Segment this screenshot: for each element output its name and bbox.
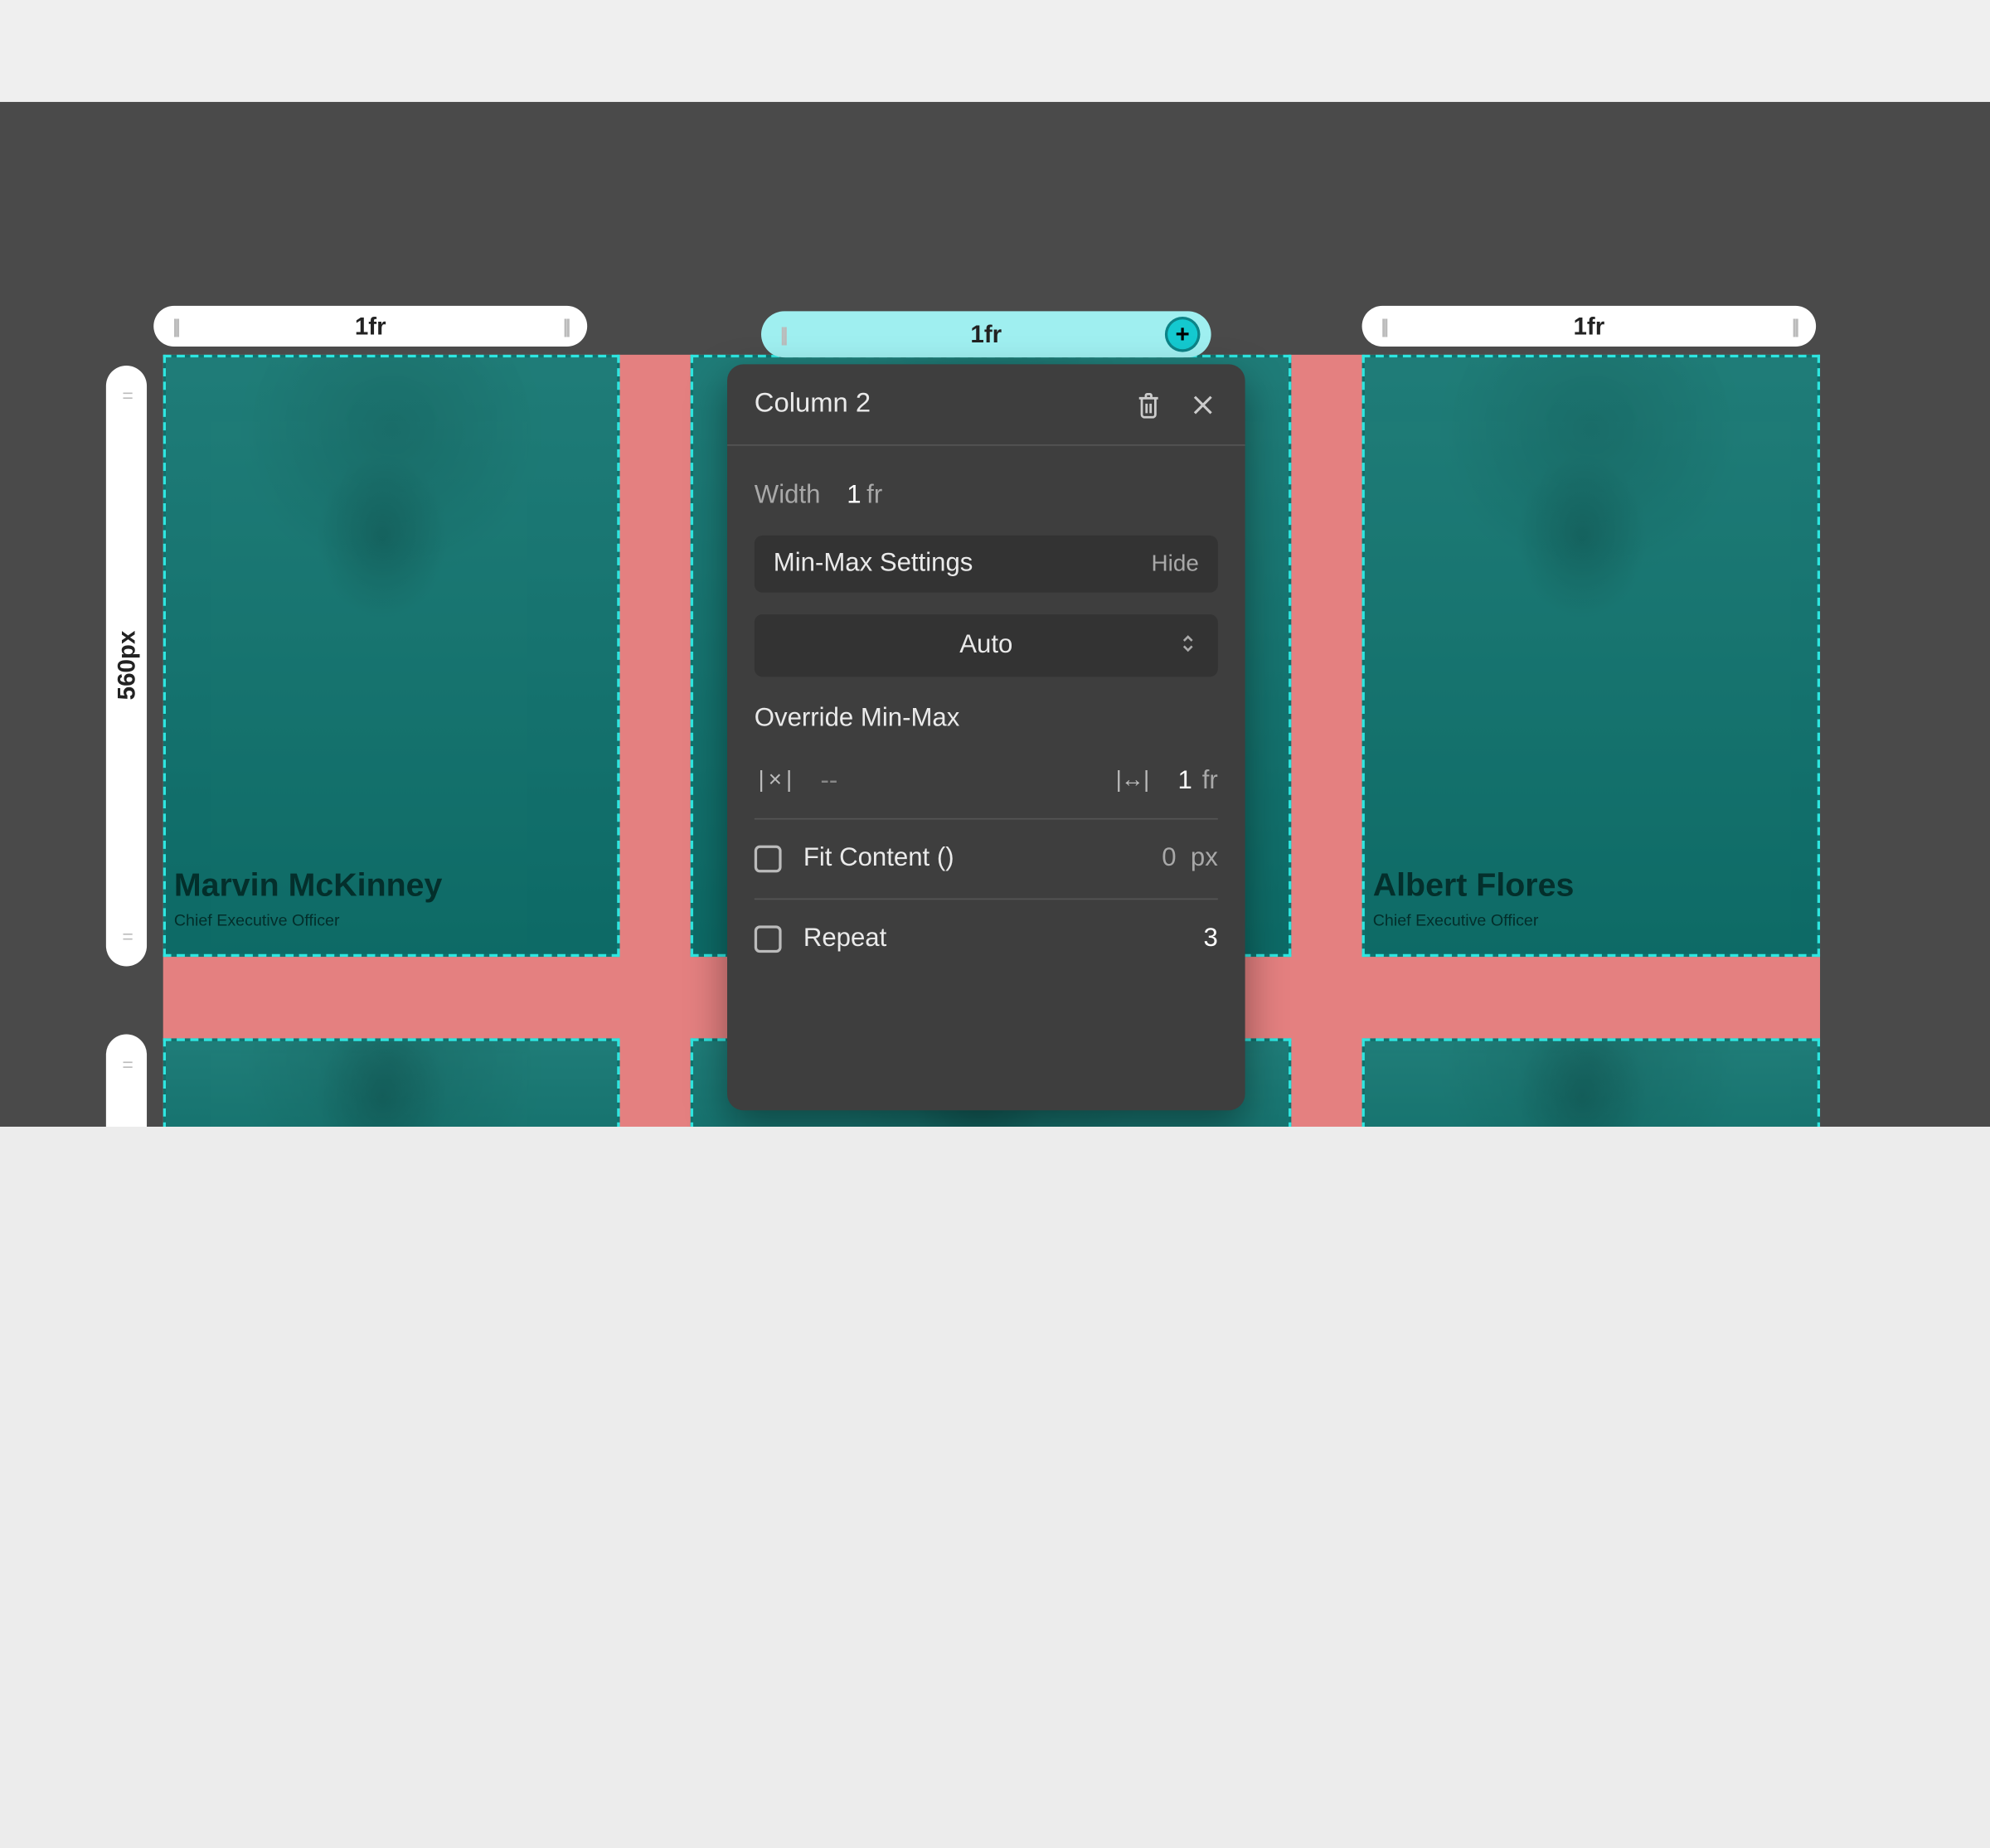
column-size-pill-3[interactable]: || 1fr || [1362, 306, 1817, 347]
card-person-role: Chief Executive Officer [174, 910, 340, 929]
drag-grip-icon: = [122, 385, 130, 406]
grid-cell[interactable]: Marvin McKinney Chief Executive Officer [163, 355, 620, 957]
delete-button[interactable] [1133, 390, 1163, 420]
close-button[interactable] [1188, 390, 1218, 420]
minmax-section-header[interactable]: Min-Max Settings Hide [755, 536, 1218, 593]
max-width-value[interactable]: 1 [1178, 767, 1192, 795]
minmax-mode-select[interactable]: Auto [755, 614, 1218, 677]
stepper-icon [1180, 633, 1196, 658]
width-value[interactable]: 1 [847, 481, 861, 511]
drag-grip-icon: = [122, 925, 130, 947]
repeat-checkbox[interactable] [755, 925, 782, 953]
drag-grip-icon: || [563, 315, 568, 337]
grid-cell[interactable]: Albert Flores Chief Executive Officer [1362, 355, 1820, 957]
drag-grip-icon: || [1792, 315, 1797, 337]
grid-cell[interactable] [1362, 1038, 1820, 1127]
width-label: Width [755, 481, 839, 511]
column-size-pill-2[interactable]: || 1fr || + [761, 311, 1211, 357]
minmax-section-label: Min-Max Settings [774, 549, 973, 579]
card-person-role: Chief Executive Officer [1373, 910, 1539, 929]
grid-cell[interactable] [163, 1038, 620, 1127]
max-width-icon: |↔| [1112, 769, 1153, 794]
column-size-pill-1[interactable]: || 1fr || [153, 306, 587, 347]
column-settings-popup: Column 2 Width 1 fr Min-Max S [727, 364, 1245, 1110]
minmax-toggle[interactable]: Hide [1152, 551, 1199, 578]
trash-icon [1135, 390, 1162, 420]
app-top-bar [0, 0, 1990, 102]
add-column-button[interactable]: + [1165, 317, 1201, 352]
max-width-unit[interactable]: fr [1202, 767, 1218, 795]
row-size-pill-1[interactable]: = 560px = [106, 366, 147, 967]
column-size-label: 1fr [1386, 312, 1792, 340]
design-canvas[interactable]: Marvin McKinney Chief Executive Officer … [0, 102, 1990, 1127]
drag-grip-icon: = [122, 1053, 130, 1074]
repeat-label: Repeat [803, 924, 1182, 954]
repeat-value[interactable]: 3 [1203, 924, 1217, 954]
popup-title: Column 2 [755, 389, 871, 420]
minmax-mode-value: Auto [959, 631, 1012, 661]
min-width-value[interactable]: -- [820, 767, 837, 797]
card-person-name: Marvin McKinney [174, 867, 443, 905]
row-size-pill-2[interactable]: = [106, 1035, 147, 1127]
fit-content-unit[interactable]: px [1191, 844, 1218, 872]
popup-header: Column 2 [727, 364, 1245, 445]
column-size-label: 1fr [785, 320, 1187, 348]
fit-content-label: Fit Content () [803, 844, 1140, 874]
row-size-label: 560px [112, 631, 140, 701]
fit-content-value[interactable]: 0 [1162, 844, 1176, 872]
card-person-name: Albert Flores [1373, 867, 1575, 905]
override-minmax-label: Override Min-Max [755, 704, 1218, 734]
fit-content-checkbox[interactable] [755, 846, 782, 873]
column-size-label: 1fr [177, 312, 562, 340]
min-width-icon: |×| [755, 769, 796, 794]
width-unit[interactable]: fr [866, 481, 882, 511]
close-icon [1189, 390, 1216, 418]
